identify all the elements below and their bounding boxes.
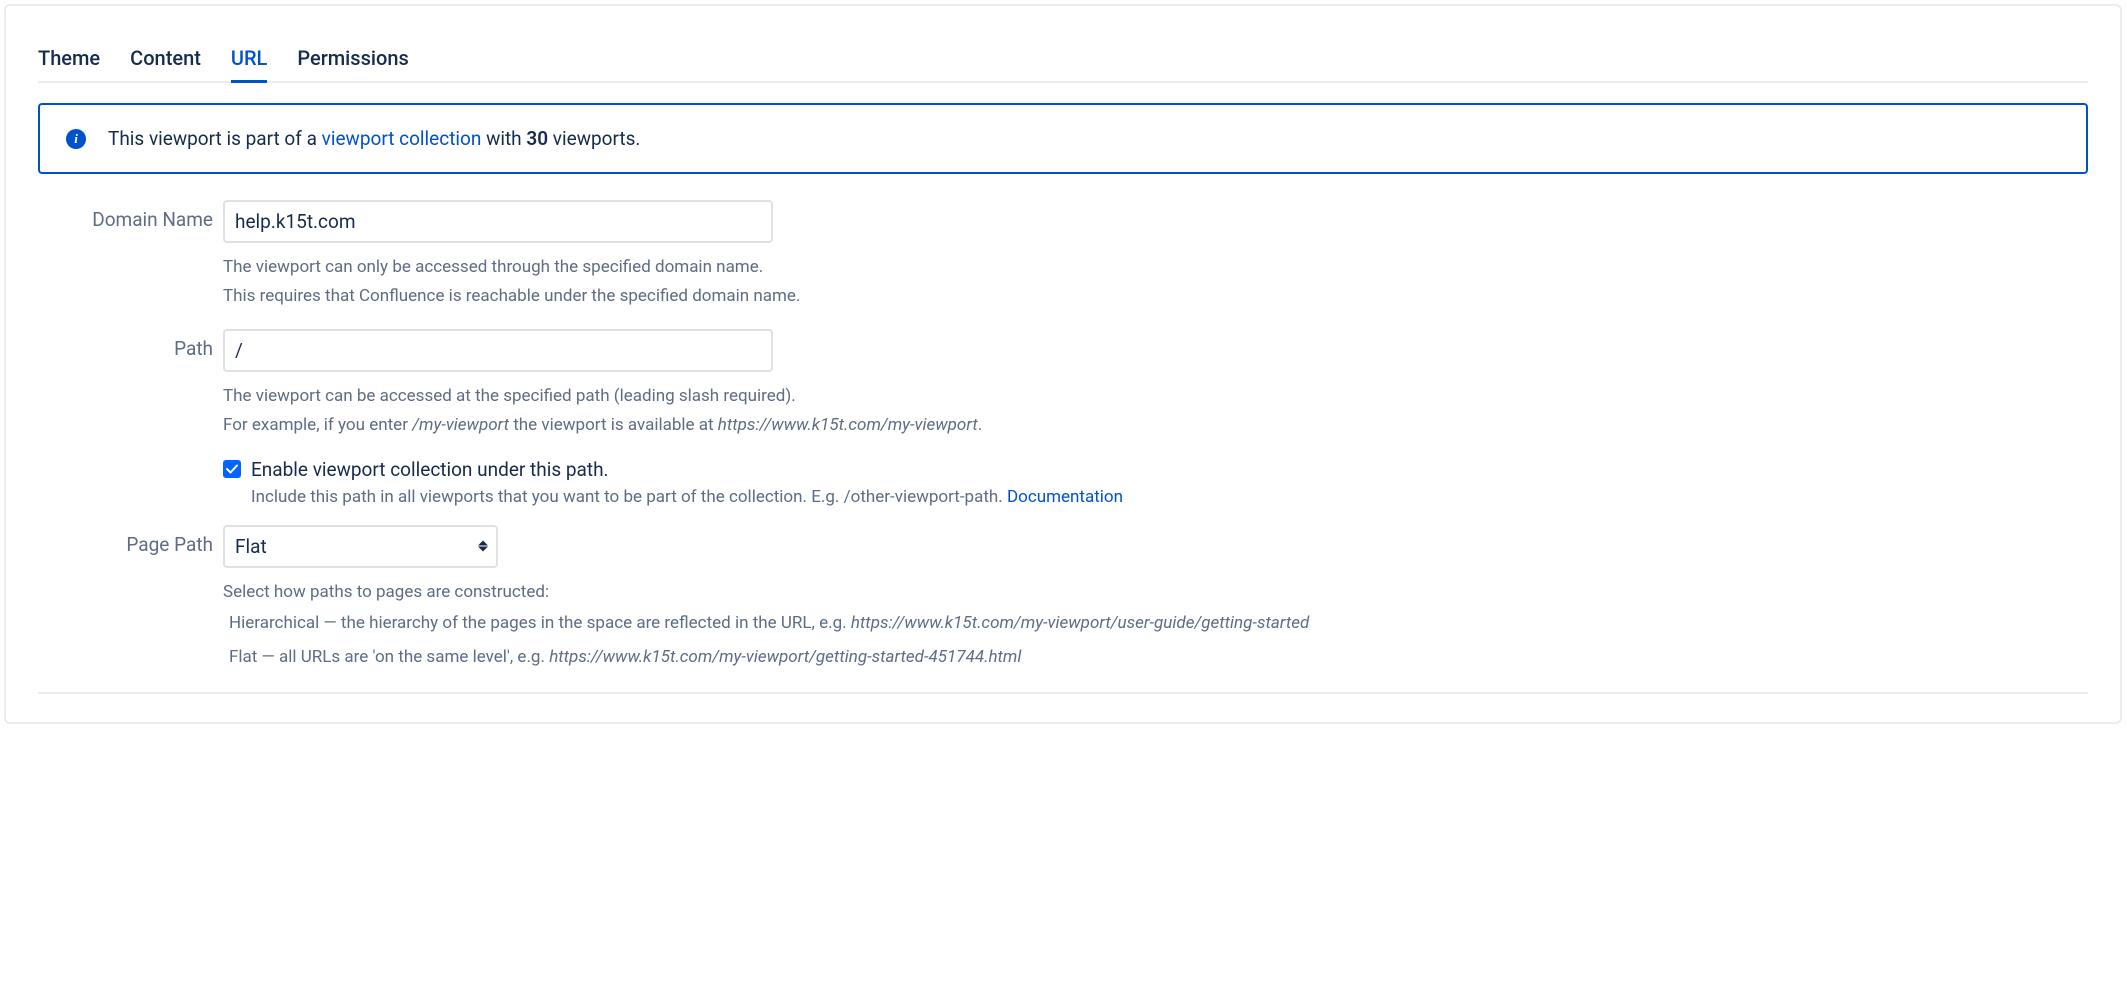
path-row: Path The viewport can be accessed at the… [38, 329, 2088, 440]
info-banner-text: This viewport is part of a viewport coll… [108, 127, 640, 150]
pagepath-select[interactable] [223, 525, 498, 568]
pagepath-row: Page Path Select how paths to pages are … [38, 525, 2088, 675]
domain-row: Domain Name The viewport can only be acc… [38, 200, 2088, 311]
pagepath-help-intro: Select how paths to pages are constructe… [223, 578, 2088, 607]
tab-theme[interactable]: Theme [38, 46, 100, 83]
path-label: Path [38, 329, 223, 360]
banner-suffix: viewports. [548, 127, 640, 150]
banner-mid: with [481, 127, 526, 150]
enable-collection-label: Enable viewport collection under this pa… [251, 458, 609, 481]
pagepath-help: Select how paths to pages are constructe… [223, 578, 2088, 675]
documentation-link[interactable]: Documentation [1007, 487, 1123, 507]
domain-help-line2: This requires that Confluence is reachab… [223, 282, 2088, 311]
path-input[interactable] [223, 329, 773, 372]
path-help-line1: The viewport can be accessed at the spec… [223, 382, 2088, 411]
check-icon [226, 463, 238, 475]
viewport-collection-link[interactable]: viewport collection [322, 127, 482, 150]
info-icon: i [66, 129, 86, 149]
settings-panel: Theme Content URL Permissions i This vie… [4, 4, 2122, 724]
info-banner: i This viewport is part of a viewport co… [38, 103, 2088, 174]
pagepath-hierarchical: Hierarchical — the hierarchy of the page… [229, 606, 2088, 640]
tab-content[interactable]: Content [130, 46, 201, 83]
pagepath-label: Page Path [38, 525, 223, 556]
pagepath-flat: Flat — all URLs are 'on the same level',… [229, 640, 2088, 674]
path-help: The viewport can be accessed at the spec… [223, 382, 2088, 440]
enable-collection-help: Include this path in all viewports that … [251, 487, 2088, 507]
banner-prefix: This viewport is part of a [108, 127, 322, 150]
domain-help-line1: The viewport can only be accessed throug… [223, 253, 2088, 282]
enable-collection-checkbox[interactable] [223, 460, 241, 478]
domain-help: The viewport can only be accessed throug… [223, 253, 2088, 311]
tab-bar: Theme Content URL Permissions [38, 46, 2088, 83]
domain-label: Domain Name [38, 200, 223, 231]
tab-url[interactable]: URL [231, 46, 267, 83]
tab-permissions[interactable]: Permissions [297, 46, 408, 83]
divider [38, 692, 2088, 694]
domain-input[interactable] [223, 200, 773, 243]
collection-row: Enable viewport collection under this pa… [38, 458, 2088, 507]
path-help-line2: For example, if you enter /my-viewport t… [223, 411, 2088, 440]
banner-count: 30 [526, 127, 548, 150]
